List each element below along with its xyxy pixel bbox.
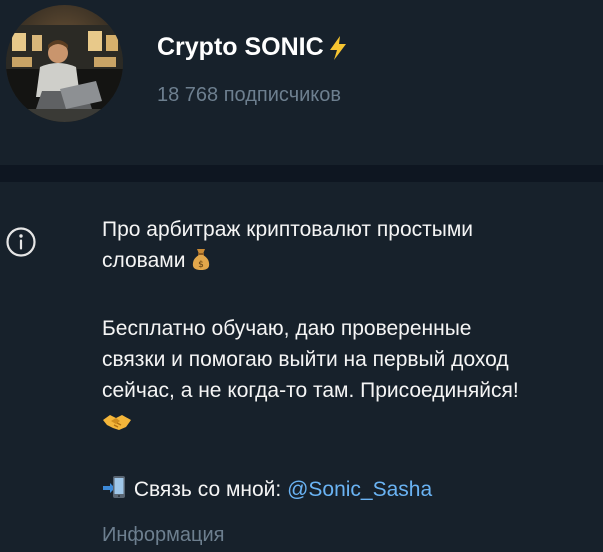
handshake-icon [102,410,132,441]
channel-avatar[interactable] [6,5,123,122]
channel-title: Crypto SONIC [157,33,349,62]
channel-description: Про арбитраж криптовалют простыми словам… [102,214,602,509]
section-divider [0,165,603,182]
bio-line: сейчас, а не когда-то там. Присоединяйся… [102,379,519,402]
bio-line: Бесплатно обучаю, даю проверенные [102,317,472,340]
channel-name: Crypto SONIC [157,33,324,61]
info-icon [5,226,37,258]
bio-line: связки и помогаю выйти на первый доход [102,348,509,371]
info-section-label: Информация [102,524,225,546]
mobile-phone-arrow-icon [102,474,128,509]
contact-username-link[interactable]: @Sonic_Sasha [287,478,432,501]
subscriber-count: 18 768 подписчиков [157,84,342,106]
money-bag-icon: $ [191,247,211,280]
bio-line: словами [102,249,186,272]
bio-line: Про арбитраж криптовалют простыми [102,218,473,241]
lightning-icon [327,35,349,61]
svg-text:$: $ [198,260,204,270]
contact-label: Связь со мной: [133,478,282,501]
